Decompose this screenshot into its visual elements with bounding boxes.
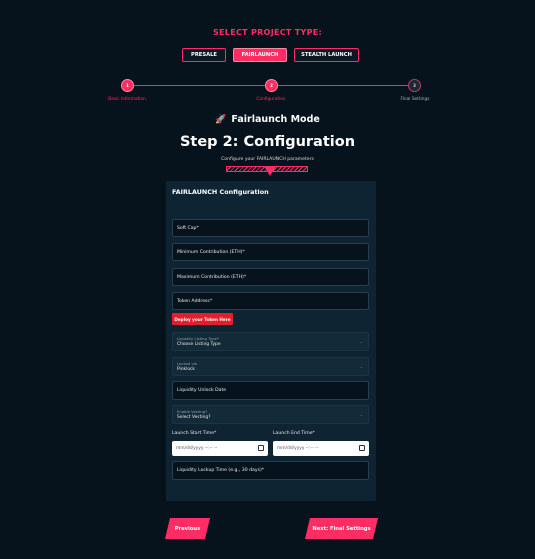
calendar-icon[interactable] [359,445,365,451]
panel-title: FAIRLAUNCH Configuration [172,188,269,196]
max-contribution-input[interactable]: Maximum Contribution (ETH)* [172,268,369,286]
mode-title: Fairlaunch Mode [231,114,320,125]
step-2-indicator: 2 [265,79,278,92]
divider-triangle-icon [264,166,276,176]
enable-vesting-select[interactable]: Enable Vesting? Select Vesting? ⌄ [172,405,369,424]
step-1-label: Basic Information [108,97,146,102]
page-subtitle: Configure your FAIRLAUNCH parameters [221,157,314,162]
stepper-line-pending [278,85,408,86]
calendar-icon[interactable] [258,445,264,451]
chevron-down-icon: ⌄ [359,364,363,369]
launch-start-placeholder: mm/dd/yyyy --:-- -- [176,446,218,451]
min-contribution-input[interactable]: Minimum Contribution (ETH)* [172,243,369,261]
liquidity-listing-type-label: Liquidity Listing Type* [177,336,219,341]
launch-start-label: Launch Start Time* [172,431,217,436]
enable-vesting-value: Select Vesting? [177,415,211,420]
chevron-down-icon: ⌄ [359,412,363,417]
locked-via-select[interactable]: Locked via Pinklock ⌄ [172,357,369,376]
step-3-indicator: 3 [408,79,421,92]
launch-end-label: Launch End Time* [273,431,315,436]
deploy-token-button[interactable]: Deploy your Token Here [172,313,233,325]
soft-cap-input[interactable]: Soft Cap* [172,219,369,237]
liquidity-listing-type-value: Choose Listing Type [177,342,221,347]
liquidity-lockup-time-input[interactable]: Liquidity Lockup Time (e.g., 30 days)* [172,461,369,480]
locked-via-value: Pinklock [177,367,195,372]
previous-button[interactable]: Previous [165,518,210,539]
project-type-presale-button[interactable]: PRESALE [182,48,226,62]
chevron-down-icon: ⌄ [359,339,363,344]
liquidity-listing-type-select[interactable]: Liquidity Listing Type* Choose Listing T… [172,332,369,351]
next-final-settings-button[interactable]: Next: Final Settings [305,518,378,539]
locked-via-label: Locked via [177,361,198,366]
step-1-indicator: 1 [121,79,134,92]
liquidity-unlock-date-input[interactable]: Liquidity Unlock Date [172,381,369,400]
enable-vesting-label: Enable Vesting? [177,409,208,414]
rocket-icon: 🚀 [215,115,227,125]
mode-heading: 🚀 Fairlaunch Mode [0,114,535,125]
step-3-label: Final Settings [400,97,430,102]
launch-start-input[interactable]: mm/dd/yyyy --:-- -- [172,441,268,456]
project-type-fairlaunch-button[interactable]: FAIRLAUNCH [233,48,287,62]
page-title: Step 2: Configuration [179,134,356,150]
stepper-line-complete [133,85,265,86]
project-type-stealth-launch-button[interactable]: STEALTH LAUNCH [294,48,359,62]
launch-end-placeholder: mm/dd/yyyy --:-- -- [277,446,319,451]
select-project-type-title: SELECT PROJECT TYPE: [212,28,323,37]
launch-end-input[interactable]: mm/dd/yyyy --:-- -- [273,441,369,456]
token-address-input[interactable]: Token Address* [172,292,369,310]
step-2-label: Configuration [256,97,286,102]
